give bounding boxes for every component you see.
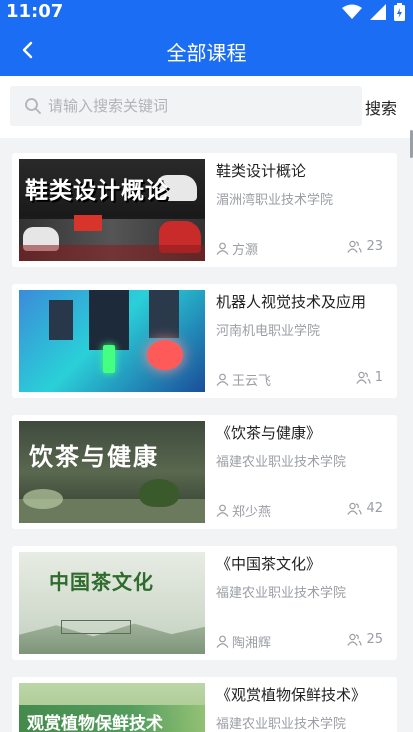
course-teacher: 王云飞 <box>216 370 271 389</box>
user-icon <box>216 242 229 255</box>
signal-icon <box>370 4 386 20</box>
course-teacher: 方灏 <box>216 239 258 258</box>
course-teacher: 郑少燕 <box>216 501 271 520</box>
user-icon <box>216 504 229 517</box>
learner-count: 42 <box>347 501 383 516</box>
course-title: 《中国茶文化》 <box>216 555 322 573</box>
thumbnail-title: 观赏植物保鲜技术 <box>27 714 163 732</box>
count-value: 25 <box>366 632 383 647</box>
course-card[interactable]: 饮茶与健康 《饮茶与健康》 福建农业职业技术学院 郑少燕 42 <box>12 415 397 529</box>
course-thumbnail: 鞋类设计概论 <box>19 159 205 261</box>
users-icon <box>347 502 363 515</box>
course-card[interactable]: 鞋类设计概论 鞋类设计概论 湄洲湾职业技术学院 方灏 23 <box>12 153 397 267</box>
search-button[interactable]: 搜索 <box>365 95 413 119</box>
users-icon <box>356 371 371 384</box>
course-school: 湄洲湾职业技术学院 <box>216 193 334 208</box>
course-thumbnail: 观赏植物保鲜技术 <box>19 683 205 732</box>
thumbnail-title: 中国茶文化 <box>49 570 154 594</box>
page-title: 全部课程 <box>166 41 247 65</box>
user-icon <box>216 635 229 648</box>
user-icon <box>216 373 229 386</box>
learner-count: 25 <box>347 632 383 647</box>
teacher-name: 郑少燕 <box>232 505 272 520</box>
course-title: 机器人视觉技术及应用 <box>216 293 367 311</box>
course-thumbnail <box>19 290 205 392</box>
app-bar: 全部课程 <box>0 24 413 76</box>
course-title: 鞋类设计概论 <box>216 162 307 180</box>
course-school: 河南机电职业学院 <box>216 324 321 339</box>
course-school: 福建农业职业技术学院 <box>216 455 347 470</box>
teacher-name: 王云飞 <box>232 374 272 389</box>
users-icon <box>347 240 363 253</box>
course-thumbnail: 中国茶文化 <box>19 552 205 654</box>
count-value: 1 <box>374 370 383 385</box>
count-value: 23 <box>366 239 383 254</box>
thumbnail-title: 鞋类设计概论 <box>25 177 169 204</box>
course-card[interactable]: 观赏植物保鲜技术 《观赏植物保鲜技术》 福建农业职业技术学院 <box>12 677 397 732</box>
status-time: 11:07 <box>6 1 64 22</box>
teacher-name: 方灏 <box>232 243 259 258</box>
course-thumbnail: 饮茶与健康 <box>19 421 205 523</box>
battery-icon <box>394 3 405 21</box>
learner-count: 23 <box>347 239 383 254</box>
search-area: 搜索 <box>0 76 413 138</box>
course-card[interactable]: 中国茶文化 《中国茶文化》 福建农业职业技术学院 陶湘辉 25 <box>12 546 397 660</box>
search-input[interactable] <box>48 97 348 115</box>
course-title: 《饮茶与健康》 <box>216 424 322 442</box>
course-title: 《观赏植物保鲜技术》 <box>216 686 367 704</box>
course-school: 福建农业职业技术学院 <box>216 717 347 732</box>
status-icons <box>342 3 405 21</box>
count-value: 42 <box>366 501 383 516</box>
thumbnail-title: 饮茶与健康 <box>29 442 159 471</box>
teacher-name: 陶湘辉 <box>232 636 272 651</box>
learner-count: 1 <box>356 370 383 385</box>
wifi-icon <box>342 4 362 19</box>
users-icon <box>347 633 363 646</box>
search-icon <box>25 98 41 114</box>
course-card[interactable]: 机器人视觉技术及应用 河南机电职业学院 王云飞 1 <box>12 284 397 398</box>
status-bar: 11:07 <box>0 0 413 24</box>
course-teacher: 陶湘辉 <box>216 632 271 651</box>
search-box[interactable] <box>10 86 362 126</box>
course-school: 福建农业职业技术学院 <box>216 586 347 601</box>
